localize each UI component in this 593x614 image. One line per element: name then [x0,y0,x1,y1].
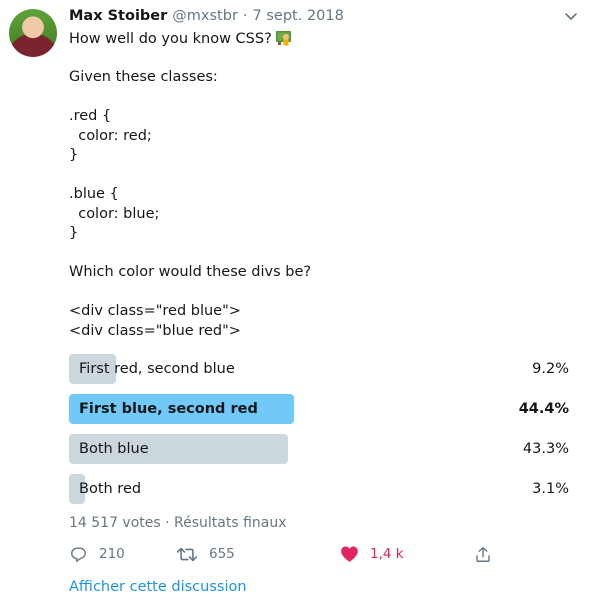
avatar[interactable] [9,9,57,57]
retweet-button[interactable]: 655 [176,542,235,566]
text-line: } [69,225,79,241]
text-line [69,283,569,303]
text-line: Given these classes: [69,69,218,85]
author-name[interactable]: Max Stoiber [69,8,167,24]
poll-option-percent: 44.4% [518,401,569,417]
heart-icon [341,546,358,562]
text-line: <div class="blue red"> [69,322,241,339]
text-line: color: blue; [69,205,160,222]
text-line: .blue { [69,186,119,202]
share-button[interactable] [474,542,492,566]
reply-button[interactable]: 210 [69,542,125,566]
poll-option-label: First red, second blue [79,361,235,377]
like-count: 1,4 k [370,546,404,562]
text-line [69,244,569,264]
text-line: Which color would these divs be? [69,264,312,280]
poll: First red, second blue 9.2% First blue, … [69,354,569,514]
text-line: How well do you know CSS? [69,29,569,49]
poll-option: First blue, second red 44.4% [69,394,569,424]
poll-option-percent: 3.1% [532,481,569,497]
text-line: } [69,147,79,163]
text-line [69,49,569,69]
chevron-down-icon[interactable] [564,11,578,23]
poll-option: Both red 3.1% [69,474,569,504]
text-line: .red { [69,108,112,124]
poll-option: First red, second blue 9.2% [69,354,569,384]
poll-option-percent: 9.2% [532,361,569,377]
poll-option-percent: 43.3% [522,441,569,457]
reply-count: 210 [99,546,125,562]
text-line [69,88,569,108]
teacher-emoji-icon [275,29,292,46]
reply-icon [71,546,86,562]
retweet-icon [176,547,198,561]
tweet: Max Stoiber @mxstbr · 7 sept. 2018 How w… [0,0,593,614]
retweet-count: 655 [209,546,235,562]
poll-option-label: Both red [79,481,142,497]
share-icon [476,546,490,562]
tweet-text: How well do you know CSS? Given these cl… [69,29,569,341]
text-line [69,166,569,186]
text-line: color: red; [69,127,152,144]
tweet-actions: 210 655 1,4 k [69,542,499,566]
text-line: <div class="red blue"> [69,303,241,319]
tweet-date[interactable]: 7 sept. 2018 [253,8,344,24]
show-thread-link[interactable]: Afficher cette discussion [69,579,247,595]
poll-option-label: Both blue [79,441,149,457]
tweet-header: Max Stoiber @mxstbr · 7 sept. 2018 [69,8,344,28]
poll-option-label: First blue, second red [79,401,258,417]
poll-summary: 14 517 votes · Résultats finaux [69,515,287,531]
author-handle[interactable]: @mxstbr [172,8,238,24]
like-button[interactable]: 1,4 k [340,542,404,566]
header-separator: · [242,8,248,24]
poll-option: Both blue 43.3% [69,434,569,464]
